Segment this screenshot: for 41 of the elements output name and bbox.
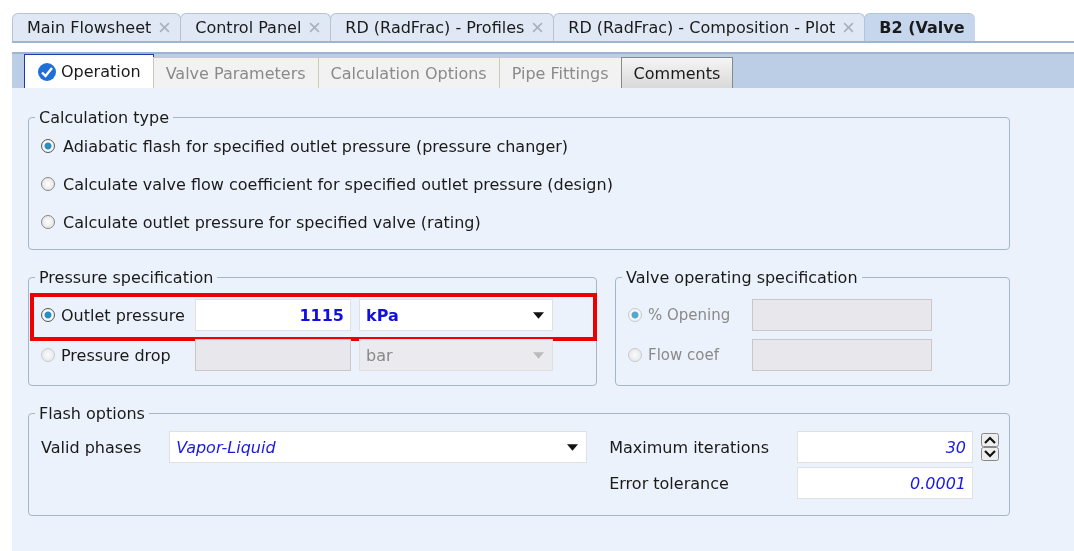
caret-icon	[533, 351, 544, 359]
close-icon[interactable]	[159, 22, 171, 33]
form-tab[interactable]: Comments	[620, 57, 734, 88]
input-field[interactable]	[752, 299, 932, 331]
input-field[interactable]	[752, 339, 932, 371]
radio-label: Outlet pressure	[61, 305, 186, 325]
checkmark-icon	[37, 61, 57, 82]
input-field[interactable]: 1115	[195, 299, 351, 331]
radio-button[interactable]	[41, 308, 55, 322]
radio-button[interactable]	[41, 215, 55, 229]
field-label: Maximum iterations	[609, 437, 771, 457]
caret-icon	[567, 443, 579, 451]
input-field[interactable]: 0.0001	[797, 467, 973, 499]
radio-label: Adiabatic flash for specified outlet pressure (pressure changer)	[63, 136, 569, 156]
form-tab[interactable]: Operation	[24, 54, 154, 88]
radio-label: Flow coef	[648, 346, 721, 364]
radio-button[interactable]	[41, 139, 55, 153]
field-label: Valid phases	[41, 437, 143, 457]
close-icon[interactable]	[843, 22, 855, 33]
radio-label: Calculate valve flow coefficient for specified outlet pressure (design)	[63, 174, 613, 194]
spinner-icon[interactable]	[981, 433, 999, 461]
close-icon[interactable]	[309, 22, 321, 33]
group-title: Calculation type	[38, 108, 171, 127]
group-title: Pressure specification	[38, 268, 215, 287]
radio-label: Calculate outlet pressure for specified valve (rating)	[63, 212, 481, 232]
field-label: Error tolerance	[609, 473, 730, 493]
close-icon[interactable]	[532, 22, 544, 33]
document-tab[interactable]: Main Flowsheet	[12, 13, 182, 41]
input-field[interactable]: 30	[797, 431, 973, 463]
radio-label: Pressure drop	[61, 345, 172, 365]
document-tab[interactable]: RD (RadFrac) - Composition - Plot	[553, 13, 866, 41]
document-tab[interactable]: Control Panel	[180, 13, 332, 41]
radio-label: % Opening	[648, 306, 732, 324]
unit-dropdown[interactable]: kPa	[359, 299, 553, 331]
radio-button[interactable]	[41, 177, 55, 191]
document-tab[interactable]: RD (RadFrac) - Profiles	[330, 13, 555, 41]
document-tab[interactable]: B2 (Valve	[864, 13, 975, 41]
group-title: Flash options	[38, 404, 146, 423]
group-title: Valve operating specification	[625, 268, 859, 287]
phases-dropdown[interactable]: Vapor-Liquid	[169, 431, 588, 463]
caret-icon	[533, 311, 544, 319]
